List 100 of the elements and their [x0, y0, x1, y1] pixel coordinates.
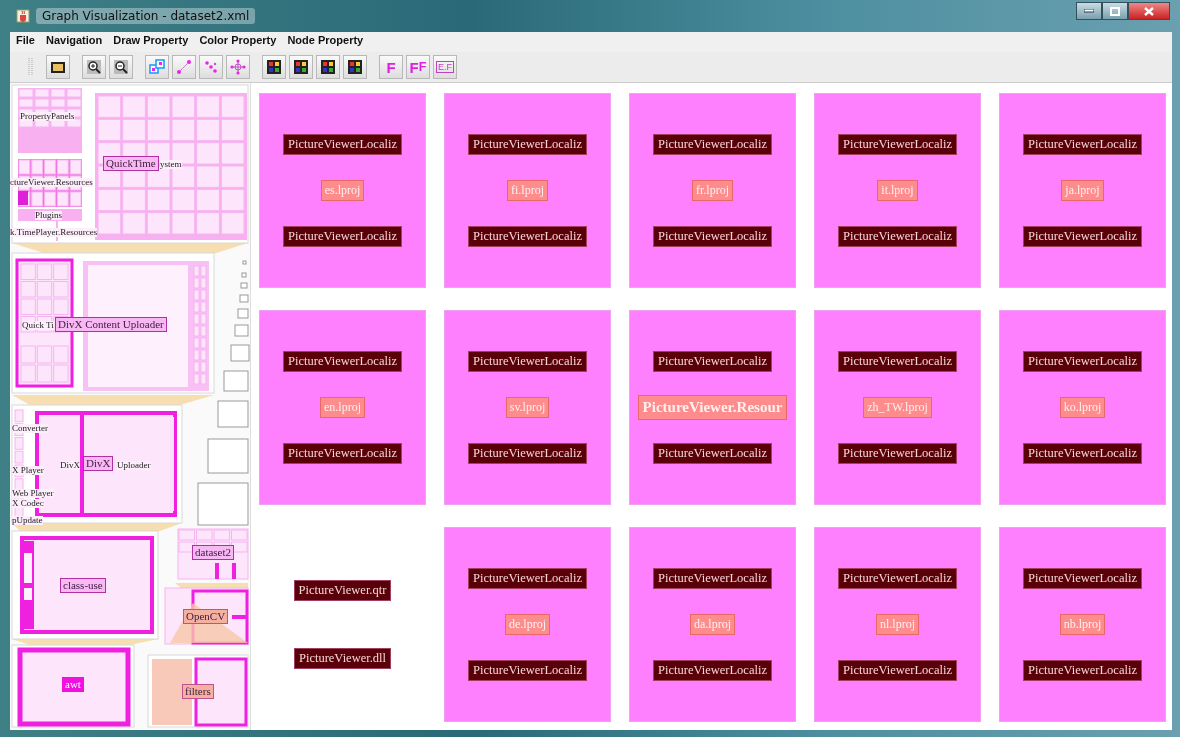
folder-label: de.lproj — [505, 614, 550, 635]
folder-label: sv.lproj — [505, 397, 550, 418]
node-tag: class-use — [60, 578, 106, 593]
node-label: PropertyPanels — [20, 112, 75, 121]
node-label: k.TimePlayer.Resources — [10, 228, 98, 237]
folder-label: fi.lproj — [507, 180, 548, 201]
folder-node[interactable]: PictureViewerLocaliz nl.lproj PictureViewerLocaliz — [814, 527, 981, 722]
file-label: PictureViewerLocaliz — [468, 442, 587, 464]
node-label: X Codec — [12, 499, 44, 508]
file-label: PictureViewerLocaliz — [283, 442, 402, 464]
color-palette-button[interactable] — [262, 55, 286, 79]
maximize-button[interactable] — [1102, 2, 1128, 20]
color-palette-icon — [320, 59, 336, 75]
node-label: pUpdate — [12, 516, 43, 525]
folder-node[interactable]: PictureViewerLocaliz PictureViewer.Resour PictureViewerLocaliz — [629, 310, 796, 505]
file-label: PictureViewerLocaliz — [283, 351, 402, 373]
folder-label: fr.lproj — [692, 180, 733, 201]
folder-label: da.lproj — [690, 614, 735, 635]
file-label: PictureViewerLocaliz — [838, 225, 957, 247]
zoom-in-icon — [86, 59, 102, 75]
folder-button[interactable] — [46, 55, 70, 79]
folder-node[interactable]: PictureViewerLocaliz ja.lproj PictureViewerLocaliz — [999, 93, 1166, 288]
menu-item[interactable]: Draw Property — [113, 34, 189, 50]
move-button[interactable] — [226, 55, 250, 79]
node-label: Plugins — [35, 211, 62, 220]
file-label: PictureViewerLocaliz — [1023, 442, 1142, 464]
zoom-out-button[interactable] — [109, 55, 133, 79]
menu-item[interactable]: File — [16, 34, 35, 50]
folder-node[interactable]: PictureViewerLocaliz sv.lproj PictureViewerLocaliz — [444, 310, 611, 505]
minimize-button[interactable] — [1076, 2, 1102, 20]
close-icon — [1144, 6, 1154, 16]
node-label: Converter — [12, 424, 48, 433]
font-button[interactable]: E.F — [433, 55, 457, 79]
file-label: PictureViewer.dll — [293, 647, 392, 669]
color-palette-icon — [266, 59, 282, 75]
node-tag: OpenCV — [183, 609, 229, 624]
node-label: ctureViewer.Resources — [10, 178, 93, 187]
edge-button[interactable] — [172, 55, 196, 79]
folder-label: nb.lproj — [1059, 614, 1106, 635]
folder-label: it.lproj — [877, 180, 918, 201]
folder-node[interactable]: PictureViewerLocaliz it.lproj PictureViewerLocaliz — [814, 93, 981, 288]
zoom-in-button[interactable] — [82, 55, 106, 79]
folder-node[interactable]: PictureViewerLocaliz zh_TW.lproj PictureViewerLocaliz — [814, 310, 981, 505]
folder-node[interactable]: PictureViewerLocaliz en.lproj PictureViewerLocaliz — [259, 310, 426, 505]
file-label: PictureViewerLocaliz — [838, 134, 957, 156]
scatter-icon — [203, 59, 219, 75]
node-tag: filters — [182, 684, 214, 699]
node-label: ystem — [160, 160, 182, 169]
folder-label: zh_TW.lproj — [863, 397, 932, 418]
file-label: PictureViewerLocaliz — [653, 659, 772, 681]
node-label: X Player — [12, 466, 44, 475]
maximize-icon — [1110, 6, 1120, 16]
file-label: PictureViewerLocaliz — [468, 568, 587, 590]
nodes-button[interactable] — [145, 55, 169, 79]
menu-item[interactable]: Navigation — [45, 34, 103, 50]
color-palette-button[interactable] — [316, 55, 340, 79]
folder-node[interactable]: PictureViewerLocaliz es.lproj PictureViewerLocaliz — [259, 93, 426, 288]
folder-label: en.lproj — [320, 397, 365, 418]
file-label: PictureViewerLocaliz — [653, 134, 772, 156]
file-label: PictureViewerLocaliz — [838, 351, 957, 373]
file-label: PictureViewerLocaliz — [838, 442, 957, 464]
folder-label: ko.lproj — [1059, 397, 1106, 418]
folder-node[interactable]: PictureViewerLocaliz fi.lproj PictureViewerLocaliz — [444, 93, 611, 288]
menu-item[interactable]: Color Property — [199, 34, 277, 50]
file-label: PictureViewerLocaliz — [838, 659, 957, 681]
folder-label: es.lproj — [320, 180, 365, 201]
folder-label: PictureViewer.Resour — [637, 395, 788, 420]
node-tag: awt — [62, 677, 84, 692]
folder-node[interactable]: PictureViewerLocaliz da.lproj PictureViewerLocaliz — [629, 527, 796, 722]
file-label: PictureViewerLocaliz — [653, 568, 772, 590]
color-palette-button[interactable] — [289, 55, 313, 79]
color-palette-button[interactable] — [343, 55, 367, 79]
scatter-button[interactable] — [199, 55, 223, 79]
node-label: Web Player — [12, 489, 54, 498]
node-tag: dataset2 — [192, 545, 235, 560]
node-label: Uploader — [117, 461, 151, 470]
node-tag: DivX — [83, 456, 114, 471]
folder-node[interactable]: PictureViewerLocaliz ko.lproj PictureViewerLocaliz — [999, 310, 1166, 505]
file-label: PictureViewerLocaliz — [1023, 134, 1142, 156]
folder-node[interactable]: PictureViewerLocaliz nb.lproj PictureViewerLocaliz — [999, 527, 1166, 722]
folder-node[interactable]: PictureViewerLocaliz de.lproj PictureViewerLocaliz — [444, 527, 611, 722]
color-palette-icon — [347, 59, 363, 75]
folder-label: nl.lproj — [876, 614, 919, 635]
folder-node[interactable]: PictureViewerLocaliz fr.lproj PictureViewerLocaliz — [629, 93, 796, 288]
file-label: PictureViewerLocaliz — [1023, 225, 1142, 247]
file-label: PictureViewerLocaliz — [468, 134, 587, 156]
file-label: PictureViewerLocaliz — [1023, 351, 1142, 373]
folder-label: ja.lproj — [1061, 180, 1104, 201]
menu-item[interactable]: Node Property — [287, 34, 364, 50]
file-label: PictureViewerLocaliz — [468, 225, 587, 247]
nodes-icon — [149, 59, 165, 75]
close-button[interactable] — [1128, 2, 1170, 20]
toolbar-grip-icon — [28, 56, 34, 78]
node-tag: DivX Content Uploader — [55, 317, 167, 332]
file-label: PictureViewerLocaliz — [653, 443, 772, 465]
file-label: PictureViewerLocaliz — [838, 568, 957, 590]
node-tag: QuickTime — [103, 156, 159, 171]
node-label: Quick Ti — [22, 321, 54, 330]
file-label: PictureViewerLocaliz — [283, 225, 402, 247]
file-label: PictureViewer.qtr — [293, 580, 392, 602]
